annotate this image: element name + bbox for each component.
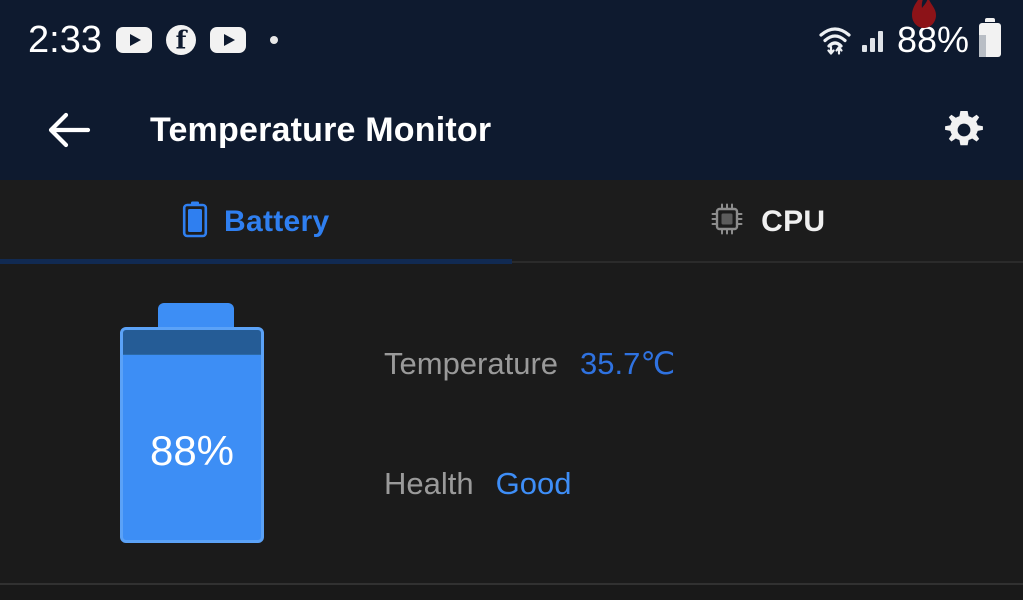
battery-icon — [182, 200, 208, 243]
battery-empty-portion — [123, 330, 261, 356]
tab-battery-label: Battery — [224, 204, 330, 238]
more-notifications-dot-icon — [269, 36, 278, 44]
wifi-icon — [818, 25, 852, 55]
app-screen: 2:33 88% — [0, 0, 1023, 600]
health-row: Health Good — [384, 466, 984, 502]
temperature-label: Temperature — [384, 346, 559, 381]
temperature-row: Temperature 35.7℃ — [384, 346, 984, 382]
youtube-icon — [209, 27, 246, 53]
flame-icon — [902, 0, 946, 32]
app-bar: Temperature Monitor — [0, 80, 1023, 180]
bottom-strip — [0, 585, 1023, 600]
page-title: Temperature Monitor — [150, 110, 492, 149]
back-button[interactable] — [44, 106, 96, 154]
temperature-value: 35.7℃ — [580, 346, 676, 381]
tab-cpu[interactable]: CPU — [512, 180, 1023, 263]
tab-battery[interactable]: Battery — [0, 180, 512, 263]
tab-bar: Battery CPU — [0, 180, 1023, 263]
status-clock: 2:33 — [28, 19, 102, 61]
tab-cpu-label: CPU — [761, 204, 826, 238]
battery-body: 88% — [120, 327, 264, 543]
status-bar: 2:33 88% — [0, 0, 1023, 80]
status-battery-icon — [979, 18, 1001, 57]
battery-level-label: 88% — [149, 427, 235, 474]
signal-icon — [861, 28, 883, 52]
health-value: Good — [495, 466, 572, 501]
battery-info-list: Temperature 35.7℃ Health Good — [384, 264, 984, 502]
gear-icon[interactable] — [941, 107, 987, 153]
cpu-chip-icon — [709, 201, 745, 242]
battery-panel: 88% Temperature 35.7℃ Health Good — [0, 264, 1023, 600]
status-bar-left: 2:33 — [28, 0, 278, 80]
youtube-icon — [115, 27, 152, 53]
facebook-icon — [165, 25, 196, 55]
health-label: Health — [384, 466, 474, 501]
tab-bar-underline — [512, 261, 1023, 263]
battery-level-graphic: 88% — [120, 303, 264, 543]
